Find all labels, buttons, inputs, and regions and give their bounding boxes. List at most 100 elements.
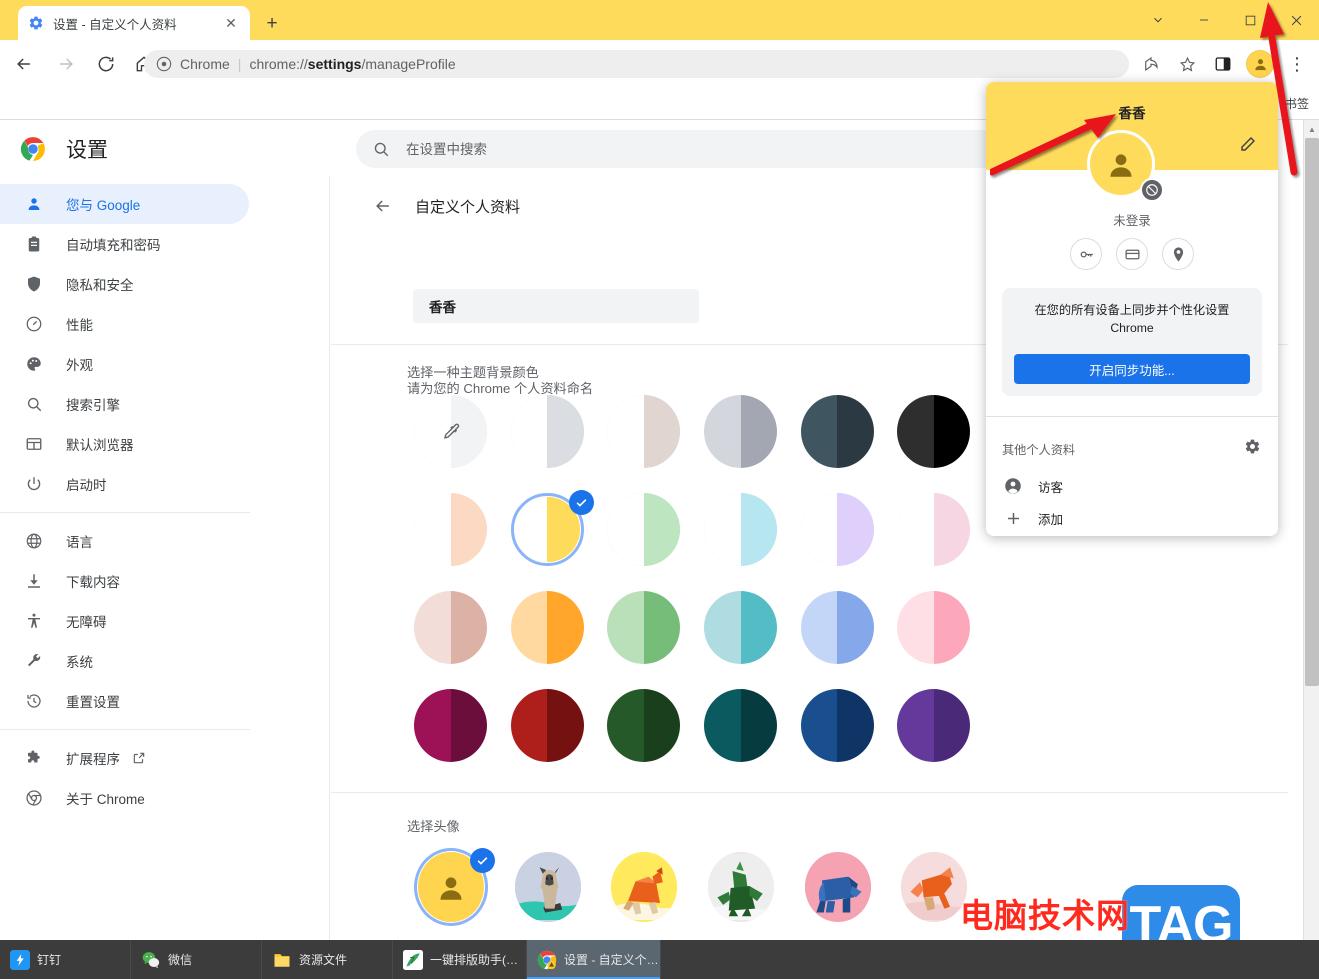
- settings-search-input[interactable]: [406, 142, 1040, 157]
- share-icon[interactable]: [1137, 50, 1165, 78]
- sidebar-item-performance[interactable]: 性能: [0, 304, 249, 344]
- payment-methods-icon[interactable]: [1116, 238, 1148, 270]
- sidebar-item-privacy-security[interactable]: 隐私和安全: [0, 264, 249, 304]
- profile-quick-actions: [986, 238, 1278, 270]
- sidebar-item-about-chrome[interactable]: 关于 Chrome: [0, 778, 249, 818]
- theme-swatch[interactable]: [801, 689, 898, 764]
- profile-row-label: 访客: [1038, 477, 1063, 496]
- theme-swatch[interactable]: [897, 493, 994, 568]
- address-bar[interactable]: Chrome | chrome://settings/manageProfile: [144, 50, 1129, 78]
- theme-swatch[interactable]: [897, 591, 994, 666]
- avatar-option-origami-dog[interactable]: [607, 848, 704, 926]
- external-link-icon[interactable]: [132, 751, 146, 765]
- theme-swatch[interactable]: [511, 395, 608, 470]
- sidebar-item-label: 系统: [66, 651, 93, 671]
- avatar-option-origami-elephant[interactable]: [801, 848, 898, 926]
- sidebar-item-reset-settings[interactable]: 重置设置: [0, 681, 249, 721]
- taskbar-item-chrome-settings[interactable]: 设置 - 自定义个人...: [527, 940, 661, 979]
- sidebar-item-system[interactable]: 系统: [0, 641, 249, 681]
- search-icon: [372, 140, 390, 158]
- theme-swatch[interactable]: [704, 591, 801, 666]
- avatar-option-origami-cat[interactable]: [511, 848, 608, 926]
- settings-page-title: 设置: [66, 134, 108, 164]
- theme-swatch[interactable]: [414, 493, 511, 568]
- profile-row-guest[interactable]: 访客: [986, 468, 1278, 504]
- theme-swatch[interactable]: [704, 493, 801, 568]
- tab-favicon-gear-icon: [28, 15, 44, 31]
- theme-section-label: 选择一种主题背景颜色: [369, 362, 539, 381]
- window-maximize-button[interactable]: [1227, 0, 1273, 40]
- profile-name-input[interactable]: [413, 289, 699, 323]
- theme-swatch[interactable]: [801, 591, 898, 666]
- theme-swatch[interactable]: [897, 689, 994, 764]
- theme-swatch[interactable]: [511, 689, 608, 764]
- sidebar-item-you-and-google[interactable]: 您与 Google: [0, 184, 249, 224]
- tab-search-chevron-icon[interactable]: [1135, 0, 1181, 40]
- theme-swatch[interactable]: [607, 591, 704, 666]
- addresses-icon[interactable]: [1162, 238, 1194, 270]
- tab-close-icon[interactable]: ✕: [222, 14, 240, 32]
- turn-on-sync-button[interactable]: 开启同步功能...: [1014, 354, 1250, 384]
- profile-avatar-button[interactable]: [1246, 50, 1274, 78]
- taskbar-item-wechat[interactable]: 微信: [131, 940, 262, 979]
- windows-taskbar: 钉钉 微信 资源文件 7 一键排版助手(MyE...: [0, 940, 1319, 979]
- scrollbar-thumb[interactable]: [1305, 138, 1319, 686]
- sidebar-item-label: 性能: [66, 314, 93, 334]
- eyedropper-icon: [414, 395, 487, 468]
- theme-swatch[interactable]: [801, 493, 898, 568]
- profile-row-label: 添加: [1038, 509, 1063, 528]
- theme-swatch[interactable]: [704, 395, 801, 470]
- theme-swatch[interactable]: [607, 689, 704, 764]
- svg-text:7: 7: [410, 955, 415, 965]
- page-scrollbar[interactable]: ▲: [1303, 120, 1319, 940]
- edit-profile-pencil-icon[interactable]: [1236, 132, 1260, 156]
- sidebar-item-downloads[interactable]: 下载内容: [0, 561, 249, 601]
- sidebar-item-autofill-passwords[interactable]: 自动填充和密码: [0, 224, 249, 264]
- reload-icon[interactable]: [92, 50, 120, 78]
- sidebar-item-languages[interactable]: 语言: [0, 521, 249, 561]
- taskbar-item-dingtalk[interactable]: 钉钉: [0, 940, 131, 979]
- avatar-option-origami-dragon[interactable]: [704, 848, 801, 926]
- sidebar-item-label: 无障碍: [66, 611, 107, 631]
- window-close-button[interactable]: [1273, 0, 1319, 40]
- window-minimize-button[interactable]: [1181, 0, 1227, 40]
- sidebar-item-on-startup[interactable]: 启动时: [0, 464, 249, 504]
- bookmark-star-icon[interactable]: [1173, 50, 1201, 78]
- sidebar-item-label: 下载内容: [66, 571, 120, 591]
- manage-profiles-gear-icon[interactable]: [1240, 434, 1264, 458]
- back-navigation-icon[interactable]: [10, 50, 38, 78]
- theme-swatch[interactable]: [511, 591, 608, 666]
- browser-window: 设置 - 自定义个人资料 ✕ +: [0, 0, 1319, 940]
- theme-swatch[interactable]: [607, 395, 704, 470]
- profile-row-add[interactable]: 添加: [986, 500, 1278, 536]
- new-tab-button[interactable]: +: [258, 10, 286, 38]
- theme-swatch[interactable]: [704, 689, 801, 764]
- sidebar-item-label: 默认浏览器: [66, 434, 134, 454]
- sidebar-item-search-engine[interactable]: 搜索引擎: [0, 384, 249, 424]
- theme-swatch[interactable]: [897, 395, 994, 470]
- theme-swatch[interactable]: [607, 493, 704, 568]
- scrollbar-up-arrow-icon[interactable]: ▲: [1304, 122, 1319, 136]
- sidebar-item-extensions[interactable]: 扩展程序: [0, 738, 249, 778]
- taskbar-item-typesetting-app[interactable]: 7 一键排版助手(MyE...: [393, 940, 527, 979]
- forward-navigation-icon[interactable]: [52, 50, 80, 78]
- side-panel-icon[interactable]: [1209, 50, 1237, 78]
- theme-swatch-selected[interactable]: [511, 493, 608, 568]
- theme-swatch[interactable]: [801, 395, 898, 470]
- taskbar-item-resource-files[interactable]: 资源文件: [262, 940, 393, 979]
- theme-swatch[interactable]: [414, 689, 511, 764]
- sidebar-item-default-browser[interactable]: 默认浏览器: [0, 424, 249, 464]
- theme-swatch[interactable]: [414, 591, 511, 666]
- sidebar-item-accessibility[interactable]: 无障碍: [0, 601, 249, 641]
- sidebar-item-label: 外观: [66, 354, 93, 374]
- sidebar-item-appearance[interactable]: 外观: [0, 344, 249, 384]
- browser-tab[interactable]: 设置 - 自定义个人资料 ✕: [18, 6, 250, 40]
- settings-search-bar[interactable]: [356, 130, 1056, 168]
- chrome-menu-icon[interactable]: ⋮: [1283, 50, 1311, 78]
- passwords-icon[interactable]: [1070, 238, 1102, 270]
- custom-color-swatch[interactable]: [414, 395, 511, 470]
- bookmark-bar-label[interactable]: 书签: [1285, 95, 1309, 112]
- other-profiles-label: 其他个人资料: [1002, 440, 1075, 458]
- back-arrow-icon[interactable]: [369, 192, 397, 220]
- avatar-option-default-person[interactable]: [414, 848, 511, 926]
